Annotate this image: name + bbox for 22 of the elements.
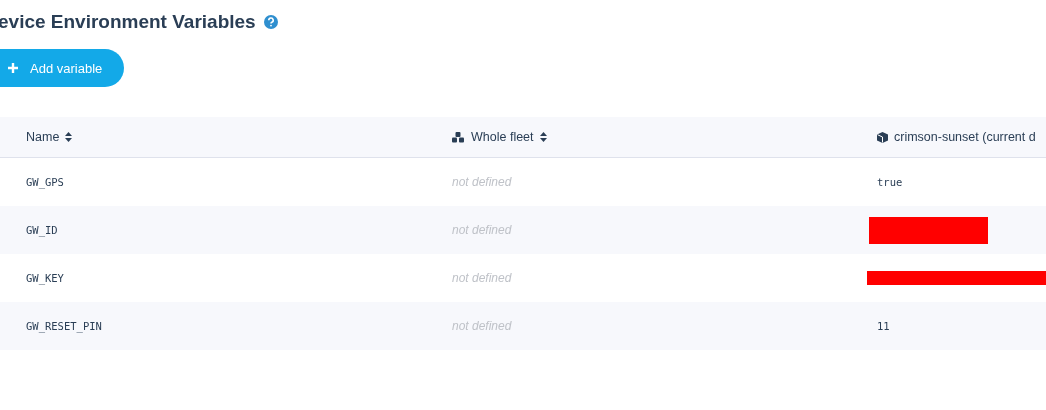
column-header[interactable]: Whole fleet (426, 130, 851, 144)
help-icon[interactable] (263, 15, 278, 29)
column-title: Whole fleet (471, 130, 534, 144)
fleet-value: not defined (451, 223, 513, 237)
fleet-value: not defined (451, 319, 513, 333)
variable-name: GW_ID (25, 224, 59, 236)
variable-name: GW_KEY (25, 272, 65, 284)
column-header[interactable]: Name (0, 130, 426, 144)
fleet-value: not defined (451, 175, 513, 189)
column-header[interactable]: crimson-sunset (current d (851, 130, 1046, 144)
device-value: 11 (876, 320, 891, 332)
fleet-value: not defined (451, 271, 513, 285)
sort-icon[interactable] (539, 132, 547, 142)
variable-name: GW_GPS (25, 176, 65, 188)
column-title: crimson-sunset (current d (894, 130, 1036, 144)
cubes-icon (452, 131, 465, 143)
cube-icon (877, 131, 888, 143)
column-title: Name (26, 130, 60, 144)
device-value: true (876, 176, 904, 188)
plus-icon (8, 63, 18, 73)
variable-name: GW_RESET_PIN (25, 320, 103, 332)
sort-icon[interactable] (65, 132, 73, 142)
